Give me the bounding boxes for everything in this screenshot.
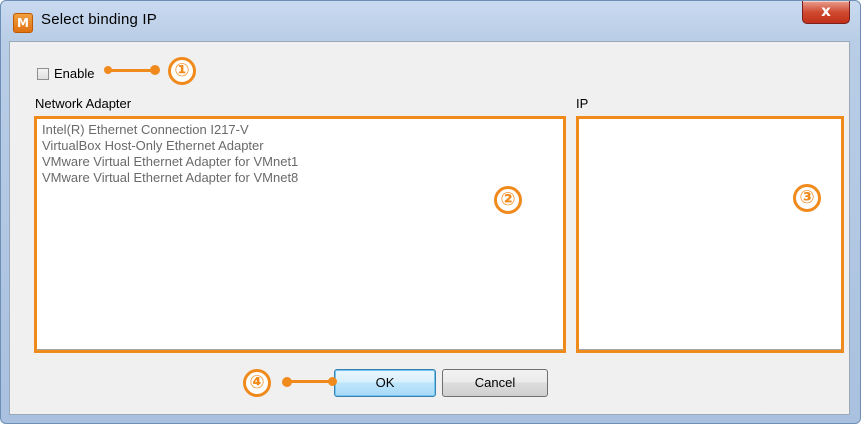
callout-1-end bbox=[104, 66, 112, 74]
callout-4-line bbox=[286, 380, 334, 383]
callout-4-badge: ④ bbox=[243, 369, 271, 397]
close-button[interactable]: x bbox=[802, 1, 850, 24]
enable-label[interactable]: Enable bbox=[54, 66, 94, 81]
ip-label: IP bbox=[576, 96, 589, 111]
network-adapter-label: Network Adapter bbox=[35, 96, 132, 111]
dialog-title: Select binding IP bbox=[41, 11, 157, 28]
title-bar[interactable]: M Select binding IP x bbox=[1, 1, 860, 41]
enable-checkbox[interactable] bbox=[37, 68, 49, 80]
callout-3-badge: ③ bbox=[793, 184, 821, 212]
app-logo-icon: M bbox=[13, 13, 33, 33]
callout-1-line bbox=[108, 69, 154, 72]
callout-4-end bbox=[328, 377, 337, 386]
callout-1-dot bbox=[150, 65, 160, 75]
ip-list-highlight bbox=[576, 116, 844, 353]
ok-button[interactable]: OK bbox=[334, 369, 436, 397]
adapter-list-highlight bbox=[34, 116, 566, 353]
callout-1-badge: ① bbox=[168, 57, 196, 85]
cancel-button[interactable]: Cancel bbox=[442, 369, 548, 397]
callout-2-badge: ② bbox=[494, 186, 522, 214]
